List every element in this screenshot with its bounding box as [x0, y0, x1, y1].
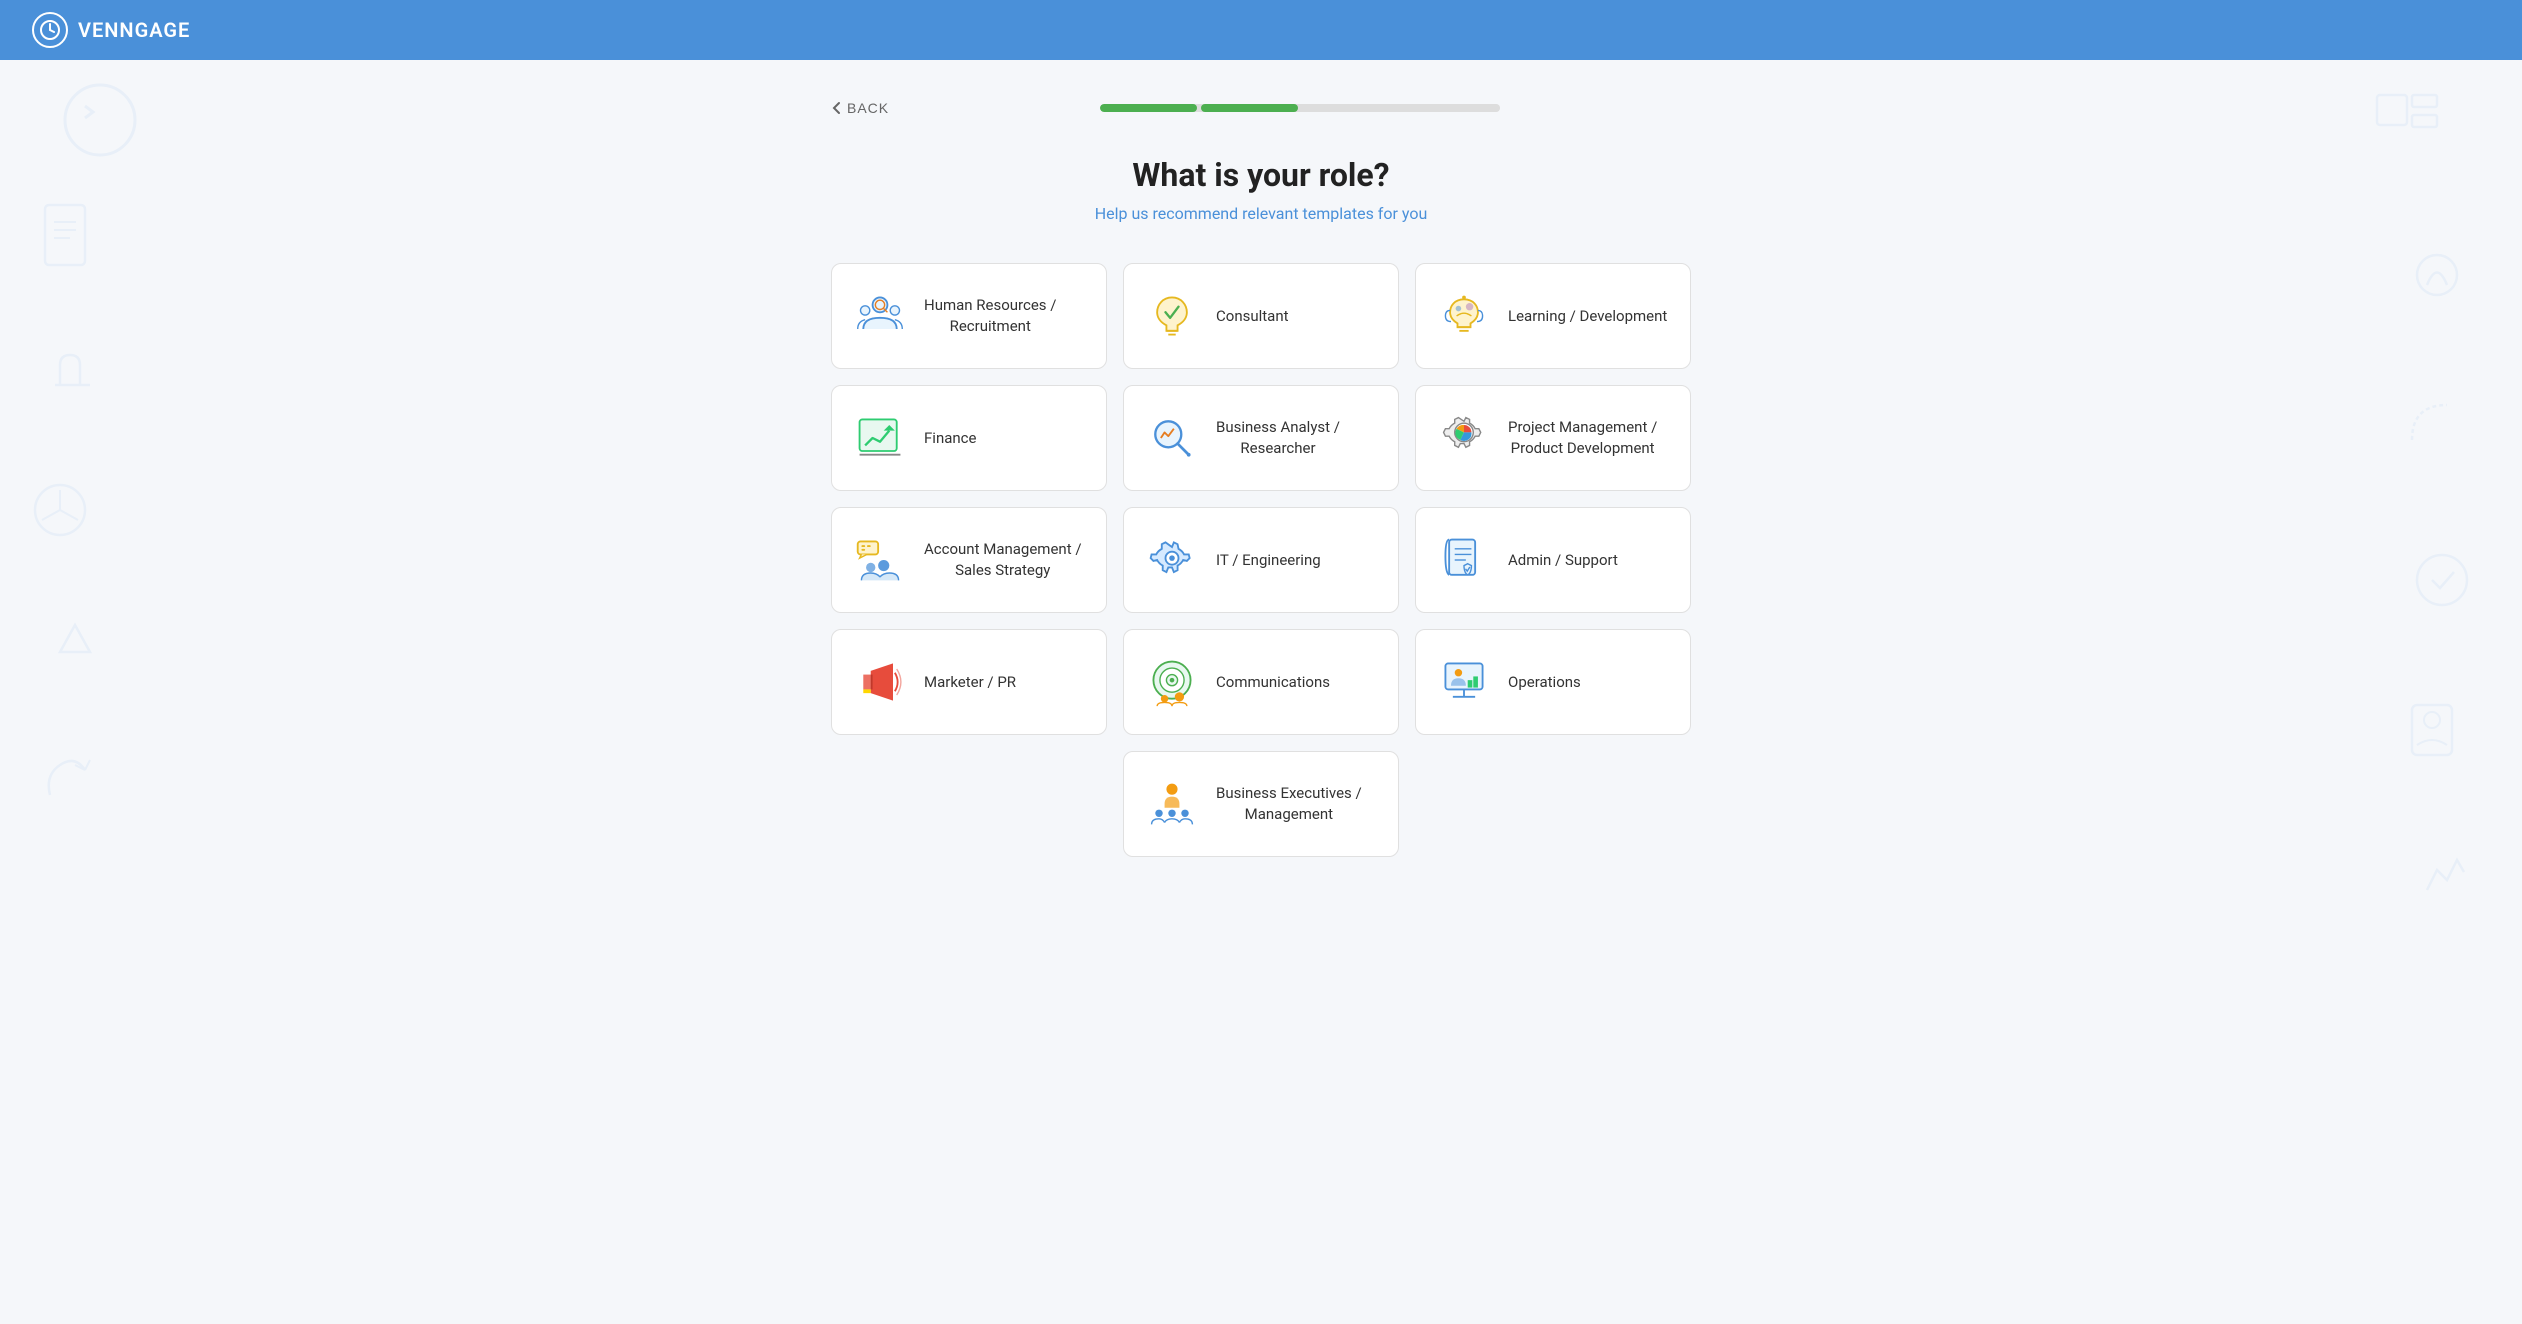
progress-track [1100, 104, 1500, 112]
executives-icon [1144, 776, 1200, 832]
page-title: What is your role? [831, 156, 1691, 194]
role-card-marketer-pr[interactable]: Marketer / PR [831, 629, 1107, 735]
progress-bar [1100, 104, 1500, 112]
role-label-marketer: Marketer / PR [924, 672, 1016, 693]
role-label-project: Project Management /Product Development [1508, 417, 1657, 459]
role-label-communications: Communications [1216, 672, 1330, 693]
roles-grid: Human Resources /Recruitment Consultant [831, 263, 1691, 857]
role-card-human-resources[interactable]: Human Resources /Recruitment [831, 263, 1107, 369]
role-card-business-executives[interactable]: Business Executives /Management [1123, 751, 1399, 857]
progress-segment-3 [1302, 104, 1399, 112]
role-card-admin-support[interactable]: Admin / Support [1415, 507, 1691, 613]
admin-icon [1436, 532, 1492, 588]
role-label-operations: Operations [1508, 672, 1581, 693]
back-label: BACK [847, 100, 889, 116]
logo-area: VENNGAGE [32, 12, 190, 48]
role-card-finance[interactable]: Finance [831, 385, 1107, 491]
it-icon [1144, 532, 1200, 588]
role-label-human-resources: Human Resources /Recruitment [924, 295, 1056, 337]
role-label-finance: Finance [924, 428, 976, 449]
learning-icon [1436, 288, 1492, 344]
progress-segment-1 [1100, 104, 1197, 112]
role-card-consultant[interactable]: Consultant [1123, 263, 1399, 369]
role-card-account-management[interactable]: Account Management /Sales Strategy [831, 507, 1107, 613]
back-button[interactable]: BACK [831, 100, 889, 116]
header: VENNGAGE [0, 0, 2522, 60]
page-subtitle: Help us recommend relevant templates for… [831, 204, 1691, 223]
analyst-icon [1144, 410, 1200, 466]
role-card-communications[interactable]: Communications [1123, 629, 1399, 735]
hr-icon [852, 288, 908, 344]
consultant-icon [1144, 288, 1200, 344]
role-label-learning: Learning / Development [1508, 306, 1667, 327]
progress-segment-4 [1403, 104, 1500, 112]
communications-icon [1144, 654, 1200, 710]
logo-text: VENNGAGE [78, 18, 190, 42]
role-card-project-management[interactable]: Project Management /Product Development [1415, 385, 1691, 491]
role-label-consultant: Consultant [1216, 306, 1289, 327]
role-card-it-engineering[interactable]: IT / Engineering [1123, 507, 1399, 613]
role-label-executives: Business Executives /Management [1216, 783, 1362, 825]
finance-icon [852, 410, 908, 466]
marketer-icon [852, 654, 908, 710]
progress-segment-2 [1201, 104, 1298, 112]
role-label-admin: Admin / Support [1508, 550, 1618, 571]
role-label-sales: Account Management /Sales Strategy [924, 539, 1082, 581]
role-label-it: IT / Engineering [1216, 550, 1321, 571]
role-card-business-analyst[interactable]: Business Analyst /Researcher [1123, 385, 1399, 491]
role-card-learning-development[interactable]: Learning / Development [1415, 263, 1691, 369]
sales-icon [852, 532, 908, 588]
logo-icon [32, 12, 68, 48]
project-icon [1436, 410, 1492, 466]
role-card-operations[interactable]: Operations [1415, 629, 1691, 735]
progress-area: BACK [831, 100, 1691, 116]
main-content: BACK What is your role? Help us recommen… [811, 60, 1711, 897]
role-label-analyst: Business Analyst /Researcher [1216, 417, 1340, 459]
operations-icon [1436, 654, 1492, 710]
